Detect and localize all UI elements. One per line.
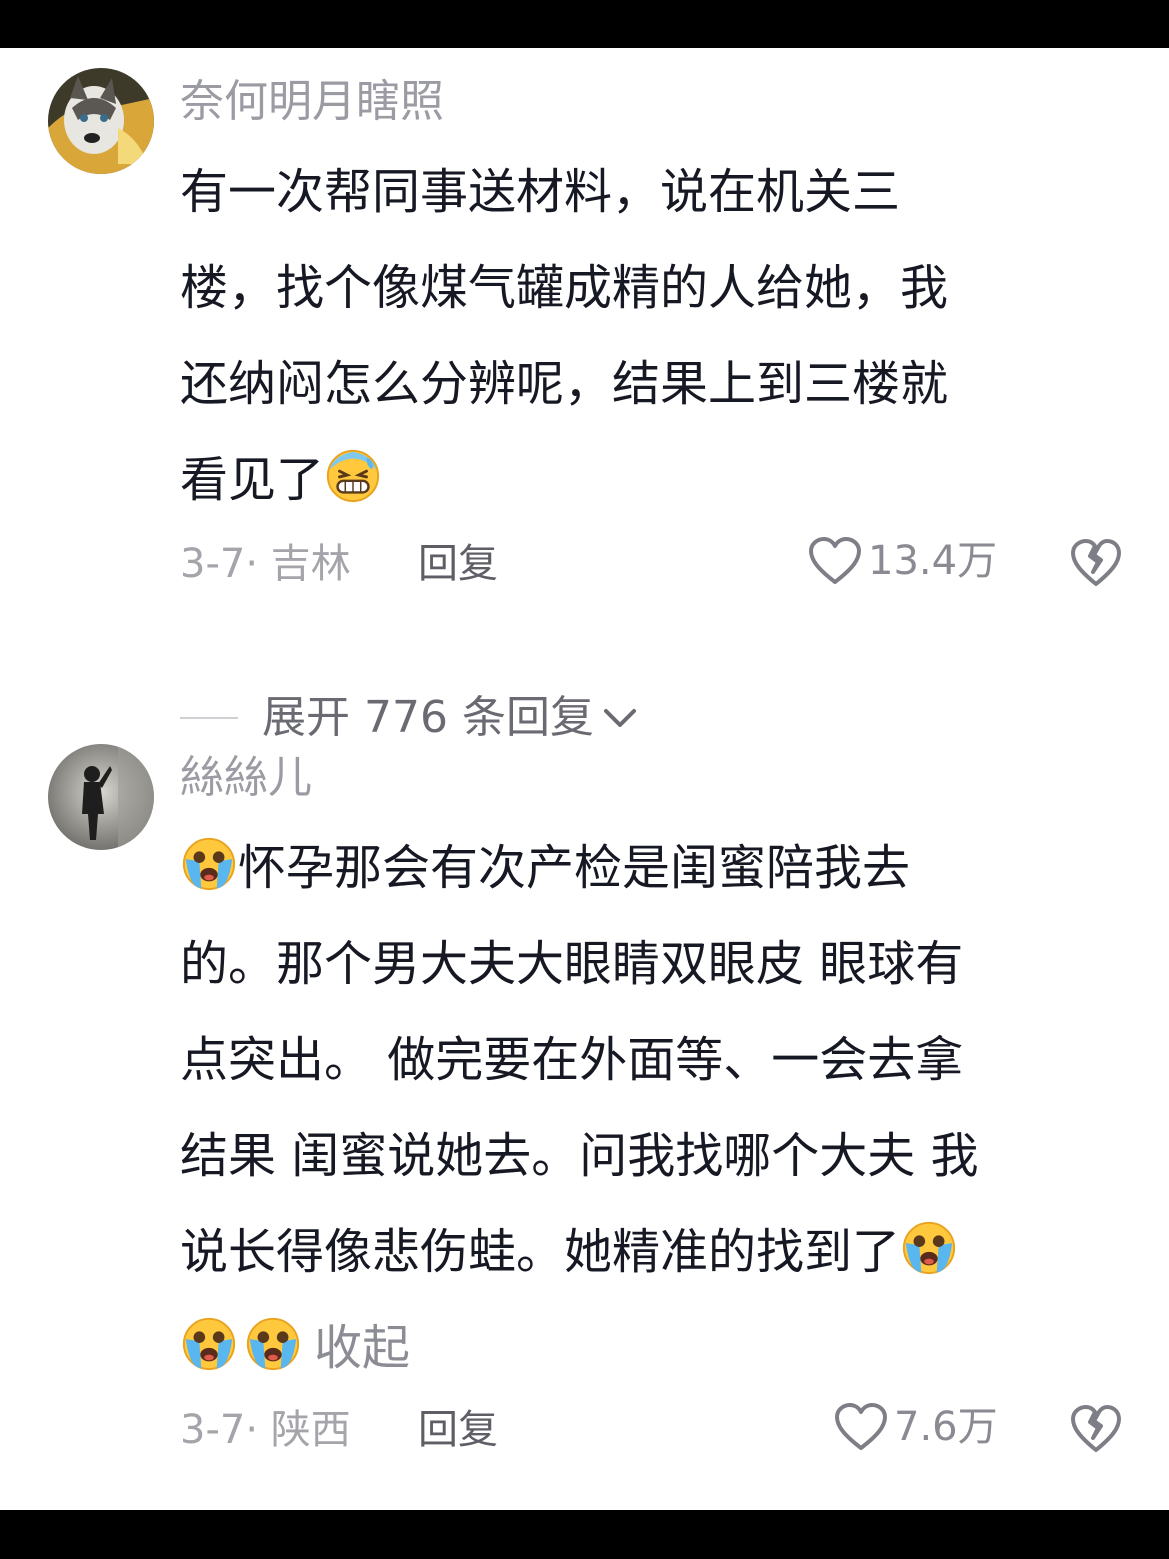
comment-text: 怀孕那会有次产检是闺蜜陪我去 的。那个男大夫大眼睛双眼皮 眼球有 点突出。 做完… xyxy=(180,820,979,1396)
like-button[interactable]: 13.4万 xyxy=(808,536,997,586)
comment-line-text: 说长得像悲伤蛙。她精准的找到了 xyxy=(180,1224,901,1280)
comment-line: 看见了 xyxy=(180,432,948,528)
username[interactable]: 奈何明月瞎照 xyxy=(180,80,444,124)
broken-heart-icon[interactable] xyxy=(1070,538,1122,588)
loudly-crying-emoji xyxy=(902,1221,956,1275)
avatar[interactable] xyxy=(48,744,154,850)
comment-line: 楼，找个像煤气罐成精的人给她，我 xyxy=(180,260,949,316)
comment-line: 怀孕那会有次产检是闺蜜陪我去 xyxy=(180,820,979,916)
like-button[interactable]: 7.6万 xyxy=(834,1402,998,1452)
loudly-crying-emoji xyxy=(182,1317,236,1371)
avatar[interactable] xyxy=(48,68,154,174)
like-count: 13.4万 xyxy=(868,538,998,584)
expand-replies-button[interactable]: 展开 776 条回复 xyxy=(180,696,640,740)
comment-line: 说长得像悲伤蛙。她精准的找到了 xyxy=(180,1204,979,1300)
comment-meta: 3-7· 陕西 xyxy=(180,1407,351,1453)
comment-line: 点突出。 做完要在外面等、一会去拿 xyxy=(180,1032,964,1088)
grinning-sweat-emoji xyxy=(326,449,380,503)
username[interactable]: 絲絲儿 xyxy=(180,756,312,800)
comment-line: 结果 闺蜜说她去。问我找哪个大夫 我 xyxy=(180,1128,979,1184)
comment-line-text: 看见了 xyxy=(180,452,325,508)
reply-button[interactable]: 回复 xyxy=(418,1410,498,1450)
loudly-crying-emoji xyxy=(246,1317,300,1371)
comment-line-text: 怀孕那会有次产检是闺蜜陪我去 xyxy=(238,840,911,896)
reply-button[interactable]: 回复 xyxy=(418,544,498,584)
divider xyxy=(180,717,238,719)
comment-line: 有一次帮同事送材料，说在机关三 xyxy=(180,164,901,220)
loudly-crying-emoji xyxy=(182,837,236,891)
comment-meta: 3-7· 吉林 xyxy=(180,541,351,587)
comment-panel: 奈何明月瞎照 有一次帮同事送材料，说在机关三 楼，找个像煤气罐成精的人给她，我 … xyxy=(0,48,1169,1510)
comment-line: 的。那个男大夫大眼睛双眼皮 眼球有 xyxy=(180,936,964,992)
heart-icon xyxy=(835,1403,887,1450)
comment-line: 还纳闷怎么分辨呢，结果上到三楼就 xyxy=(180,356,949,412)
broken-heart-icon[interactable] xyxy=(1070,1404,1122,1454)
like-count: 7.6万 xyxy=(894,1404,998,1450)
comment-text: 有一次帮同事送材料，说在机关三 楼，找个像煤气罐成精的人给她，我 还纳闷怎么分辨… xyxy=(180,144,948,528)
comment-line: 收起 xyxy=(180,1300,979,1396)
chevron-down-icon xyxy=(603,709,636,727)
collapse-button[interactable]: 收起 xyxy=(314,1320,410,1376)
expand-replies-label: 展开 776 条回复 xyxy=(262,692,594,743)
heart-icon xyxy=(809,537,861,584)
